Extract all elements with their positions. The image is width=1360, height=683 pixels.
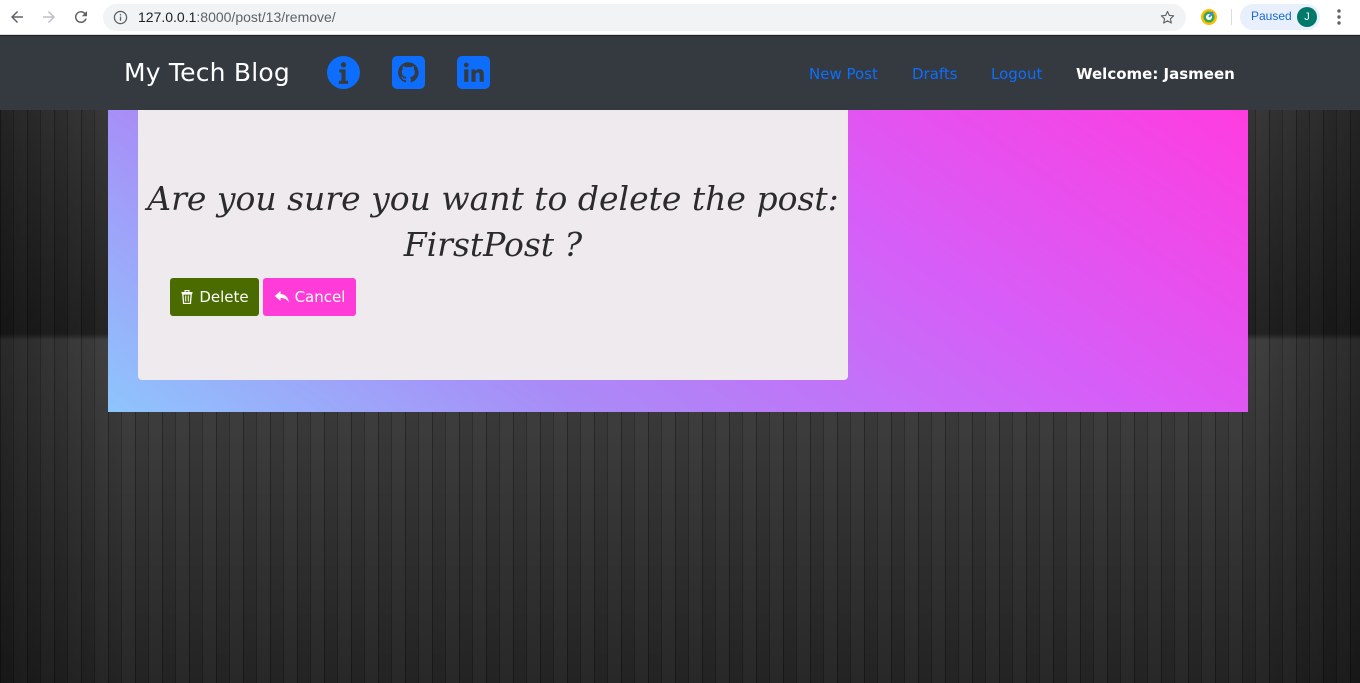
info-circle-icon[interactable] xyxy=(327,56,360,89)
url-text: 127.0.0.1:8000/post/13/remove/ xyxy=(138,9,336,25)
reply-arrow-icon xyxy=(274,291,289,303)
linkedin-icon[interactable] xyxy=(457,56,490,89)
welcome-text: Welcome: Jasmeen xyxy=(1076,65,1235,83)
forward-arrow-icon[interactable] xyxy=(38,6,60,28)
site-navbar: My Tech Blog New Post Drafts Logout Welc… xyxy=(0,36,1360,110)
address-bar[interactable]: 127.0.0.1:8000/post/13/remove/ xyxy=(103,4,1186,31)
hero-gradient: Are you sure you want to delete the post… xyxy=(108,110,1248,412)
back-arrow-icon[interactable] xyxy=(6,6,28,28)
trash-icon xyxy=(181,290,193,304)
url-host: 127.0.0.1 xyxy=(138,9,197,25)
extension-icon[interactable] xyxy=(1200,8,1218,26)
confirm-question-line1: Are you sure you want to delete the post… xyxy=(147,179,839,218)
brand-link[interactable]: My Tech Blog xyxy=(124,58,290,87)
cancel-button[interactable]: Cancel xyxy=(263,278,356,316)
browser-toolbar: 127.0.0.1:8000/post/13/remove/ Paused J xyxy=(0,0,1360,35)
background-shade-right xyxy=(1240,36,1360,683)
star-icon[interactable] xyxy=(1159,9,1176,26)
confirm-delete-card: Are you sure you want to delete the post… xyxy=(138,110,848,380)
profile-status: Paused xyxy=(1251,9,1292,23)
avatar: J xyxy=(1297,7,1317,27)
nav-logout-link[interactable]: Logout xyxy=(991,65,1042,83)
delete-button[interactable]: Delete xyxy=(170,278,259,316)
toolbar-divider xyxy=(1231,9,1232,25)
menu-dots-icon[interactable] xyxy=(1331,8,1347,26)
confirm-question: Are you sure you want to delete the post… xyxy=(138,176,848,268)
reload-icon[interactable] xyxy=(70,6,92,28)
cancel-button-label: Cancel xyxy=(294,288,346,306)
background-shade-left xyxy=(0,36,120,683)
nav-drafts-link[interactable]: Drafts xyxy=(912,65,958,83)
confirm-question-post-title: FirstPost ? xyxy=(403,225,583,264)
nav-new-post-link[interactable]: New Post xyxy=(809,65,878,83)
github-icon[interactable] xyxy=(392,56,425,89)
url-path: :8000/post/13/remove/ xyxy=(196,9,336,25)
info-icon[interactable] xyxy=(113,10,128,25)
delete-button-label: Delete xyxy=(199,288,249,306)
profile-chip[interactable]: Paused J xyxy=(1240,4,1320,30)
